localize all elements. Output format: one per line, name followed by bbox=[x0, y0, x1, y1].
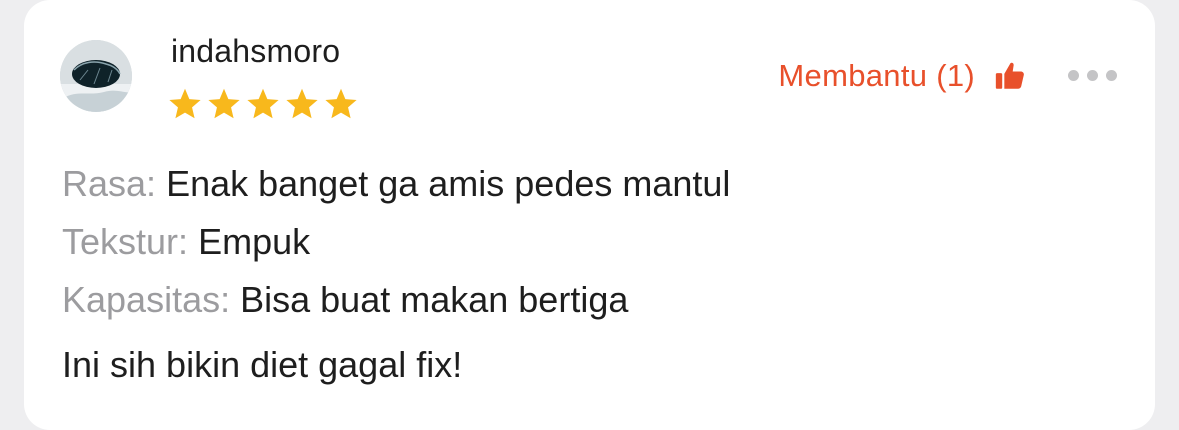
more-options-dot bbox=[1087, 70, 1098, 81]
attribute-row-tekstur: Tekstur: Empuk bbox=[62, 213, 730, 271]
more-options-button[interactable] bbox=[1068, 70, 1117, 81]
review-attributes: Rasa: Enak banget ga amis pedes mantul T… bbox=[62, 155, 730, 329]
more-options-dot bbox=[1106, 70, 1117, 81]
attribute-value: Enak banget ga amis pedes mantul bbox=[166, 163, 731, 204]
attribute-key: Kapasitas: bbox=[62, 279, 231, 320]
review-card: indahsmoro Membantu (1) Rasa: Enak bange… bbox=[24, 0, 1155, 430]
review-comment: Ini sih bikin diet gagal fix! bbox=[62, 344, 463, 385]
attribute-row-kapasitas: Kapasitas: Bisa buat makan bertiga bbox=[62, 271, 730, 329]
avatar-image bbox=[60, 40, 132, 112]
thumbs-up-icon bbox=[995, 62, 1024, 89]
reviewer-username[interactable]: indahsmoro bbox=[171, 33, 340, 70]
more-options-dot bbox=[1068, 70, 1079, 81]
attribute-row-rasa: Rasa: Enak banget ga amis pedes mantul bbox=[62, 155, 730, 213]
avatar[interactable] bbox=[60, 40, 132, 112]
helpful-button[interactable]: Membantu (1) bbox=[778, 58, 1027, 94]
attribute-key: Tekstur: bbox=[62, 221, 189, 262]
attribute-value: Empuk bbox=[198, 221, 311, 262]
attribute-key: Rasa: bbox=[62, 163, 157, 204]
star-icon bbox=[208, 88, 240, 119]
rating-stars bbox=[167, 87, 359, 122]
star-icon bbox=[169, 88, 201, 119]
helpful-label: Membantu (1) bbox=[778, 58, 975, 93]
star-icon bbox=[325, 88, 357, 119]
star-icon bbox=[286, 88, 318, 119]
attribute-value: Bisa buat makan bertiga bbox=[240, 279, 629, 320]
star-icon bbox=[247, 88, 279, 119]
